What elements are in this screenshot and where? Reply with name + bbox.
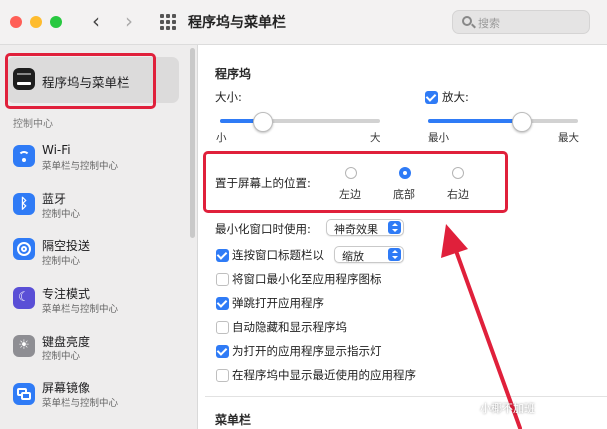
annotation-arrow	[441, 224, 522, 429]
annotation-arrow-head	[441, 224, 468, 258]
watermark-text: 小椰不加班	[480, 402, 535, 415]
